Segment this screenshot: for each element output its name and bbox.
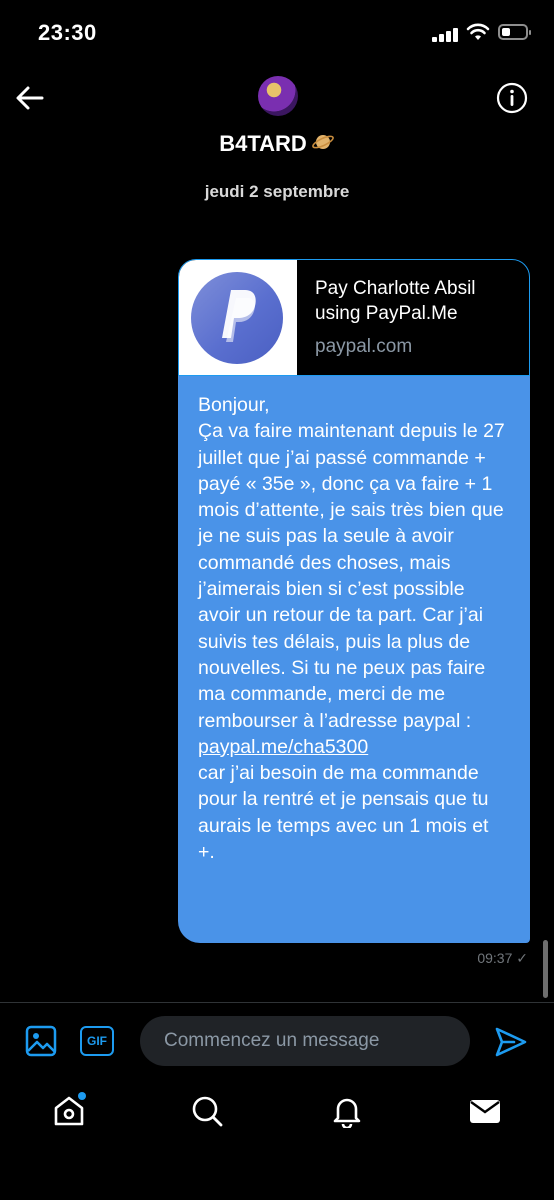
send-icon[interactable]: [494, 1026, 528, 1058]
battery-icon: [498, 24, 531, 40]
message-time: 09:37: [477, 950, 513, 966]
conversation-name: B4TARD: [219, 131, 307, 156]
message-text-part-2: car j’ai besoin de ma commande pour la r…: [198, 762, 489, 864]
composer-divider: [0, 1002, 554, 1003]
conversation-title[interactable]: B4TARD: [0, 130, 554, 157]
message-link[interactable]: paypal.me/cha5300: [198, 736, 368, 758]
wifi-icon: [466, 23, 490, 40]
paypal-logo-icon: [191, 272, 283, 364]
message-input[interactable]: [140, 1016, 470, 1066]
avatar[interactable]: [258, 76, 298, 116]
gif-button[interactable]: GIF: [80, 1026, 114, 1056]
notifications-icon[interactable]: [330, 1094, 364, 1128]
info-icon[interactable]: [496, 82, 528, 114]
link-title: Pay Charlotte Absil using PayPal.Me: [315, 278, 476, 324]
scroll-indicator[interactable]: [543, 940, 548, 998]
back-arrow-icon[interactable]: [14, 84, 46, 112]
cellular-signal-icon: [432, 26, 458, 42]
image-icon[interactable]: [24, 1024, 58, 1058]
message-text-part-1: Bonjour, Ça va faire maintenant depuis l…: [198, 394, 505, 732]
link-thumbnail: [179, 260, 297, 375]
link-domain: paypal.com: [315, 336, 413, 357]
link-preview-card[interactable]: Pay Charlotte Absil using PayPal.Me payp…: [178, 259, 530, 376]
date-separator: jeudi 2 septembre: [204, 182, 350, 201]
ringed-planet-icon: [311, 135, 334, 149]
sent-check-icon: ✓: [516, 950, 528, 966]
status-time: 23:30: [38, 20, 97, 45]
message-meta: 09:37 ✓: [477, 950, 528, 967]
search-icon[interactable]: [190, 1094, 224, 1128]
message-text: Bonjour, Ça va faire maintenant depuis l…: [198, 392, 510, 865]
messages-icon[interactable]: [468, 1094, 502, 1128]
notification-dot: [78, 1092, 86, 1100]
message-bubble[interactable]: Bonjour, Ça va faire maintenant depuis l…: [178, 376, 530, 943]
